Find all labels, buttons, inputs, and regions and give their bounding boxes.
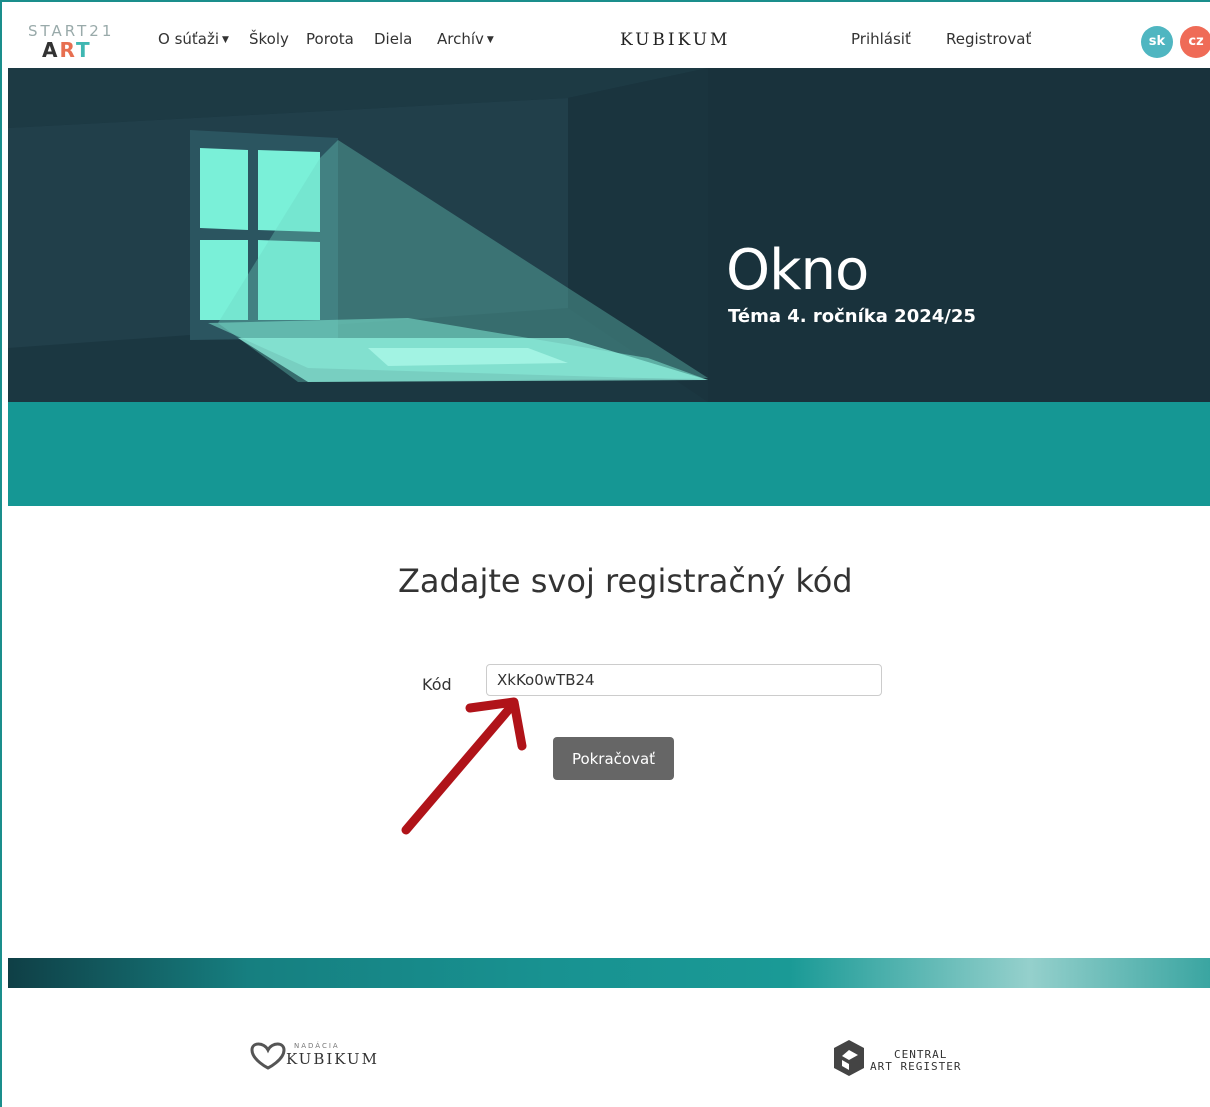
footer-band <box>8 958 1210 988</box>
central-art-register-logo[interactable]: CENTRAL ART REGISTER <box>832 1036 992 1080</box>
navbar: START21 ART O súťaži ▼ Školy Porota Diela… <box>8 10 1210 68</box>
caret-down-icon: ▼ <box>222 34 229 45</box>
hero-banner: Okno Téma 4. ročníka 2024/25 <box>8 68 1210 402</box>
lang-cz-button[interactable]: cz <box>1180 26 1210 58</box>
lang-sk-button[interactable]: sk <box>1141 26 1173 58</box>
nav-porota[interactable]: Porota <box>306 30 354 48</box>
page-title: Zadajte svoj registračný kód <box>398 562 853 600</box>
footer-left-small: NADÁCIA <box>294 1042 340 1050</box>
nadacia-kubikum-logo[interactable]: NADÁCIA KUBIKUM <box>248 1040 398 1070</box>
logo-art-text: ART <box>42 38 92 62</box>
footer-right-line2: ART REGISTER <box>870 1060 962 1073</box>
hero-subtitle: Téma 4. ročníka 2024/25 <box>728 306 976 327</box>
nav-skoly[interactable]: Školy <box>249 30 289 48</box>
login-link[interactable]: Prihlásiť <box>851 30 911 48</box>
nav-diela[interactable]: Diela <box>374 30 412 48</box>
footer-left-text: KUBIKUM <box>286 1050 379 1068</box>
teal-band <box>8 402 1210 506</box>
nav-archiv[interactable]: Archív ▼ <box>437 30 494 48</box>
kubikum-brand[interactable]: KUBIKUM <box>620 30 730 50</box>
heart-icon <box>250 1042 286 1070</box>
cube-icon <box>834 1040 864 1076</box>
continue-button[interactable]: Pokračovať <box>553 737 674 780</box>
hero-title: Okno <box>726 238 869 303</box>
caret-down-icon: ▼ <box>486 34 494 45</box>
window-illustration <box>8 68 708 402</box>
register-link[interactable]: Registrovať <box>946 30 1031 48</box>
code-input[interactable] <box>486 664 882 696</box>
annotation-arrow-icon <box>401 697 527 835</box>
start21-art-logo[interactable]: START21 ART <box>28 22 138 62</box>
nav-o-sutazi[interactable]: O súťaži ▼ <box>158 30 229 48</box>
